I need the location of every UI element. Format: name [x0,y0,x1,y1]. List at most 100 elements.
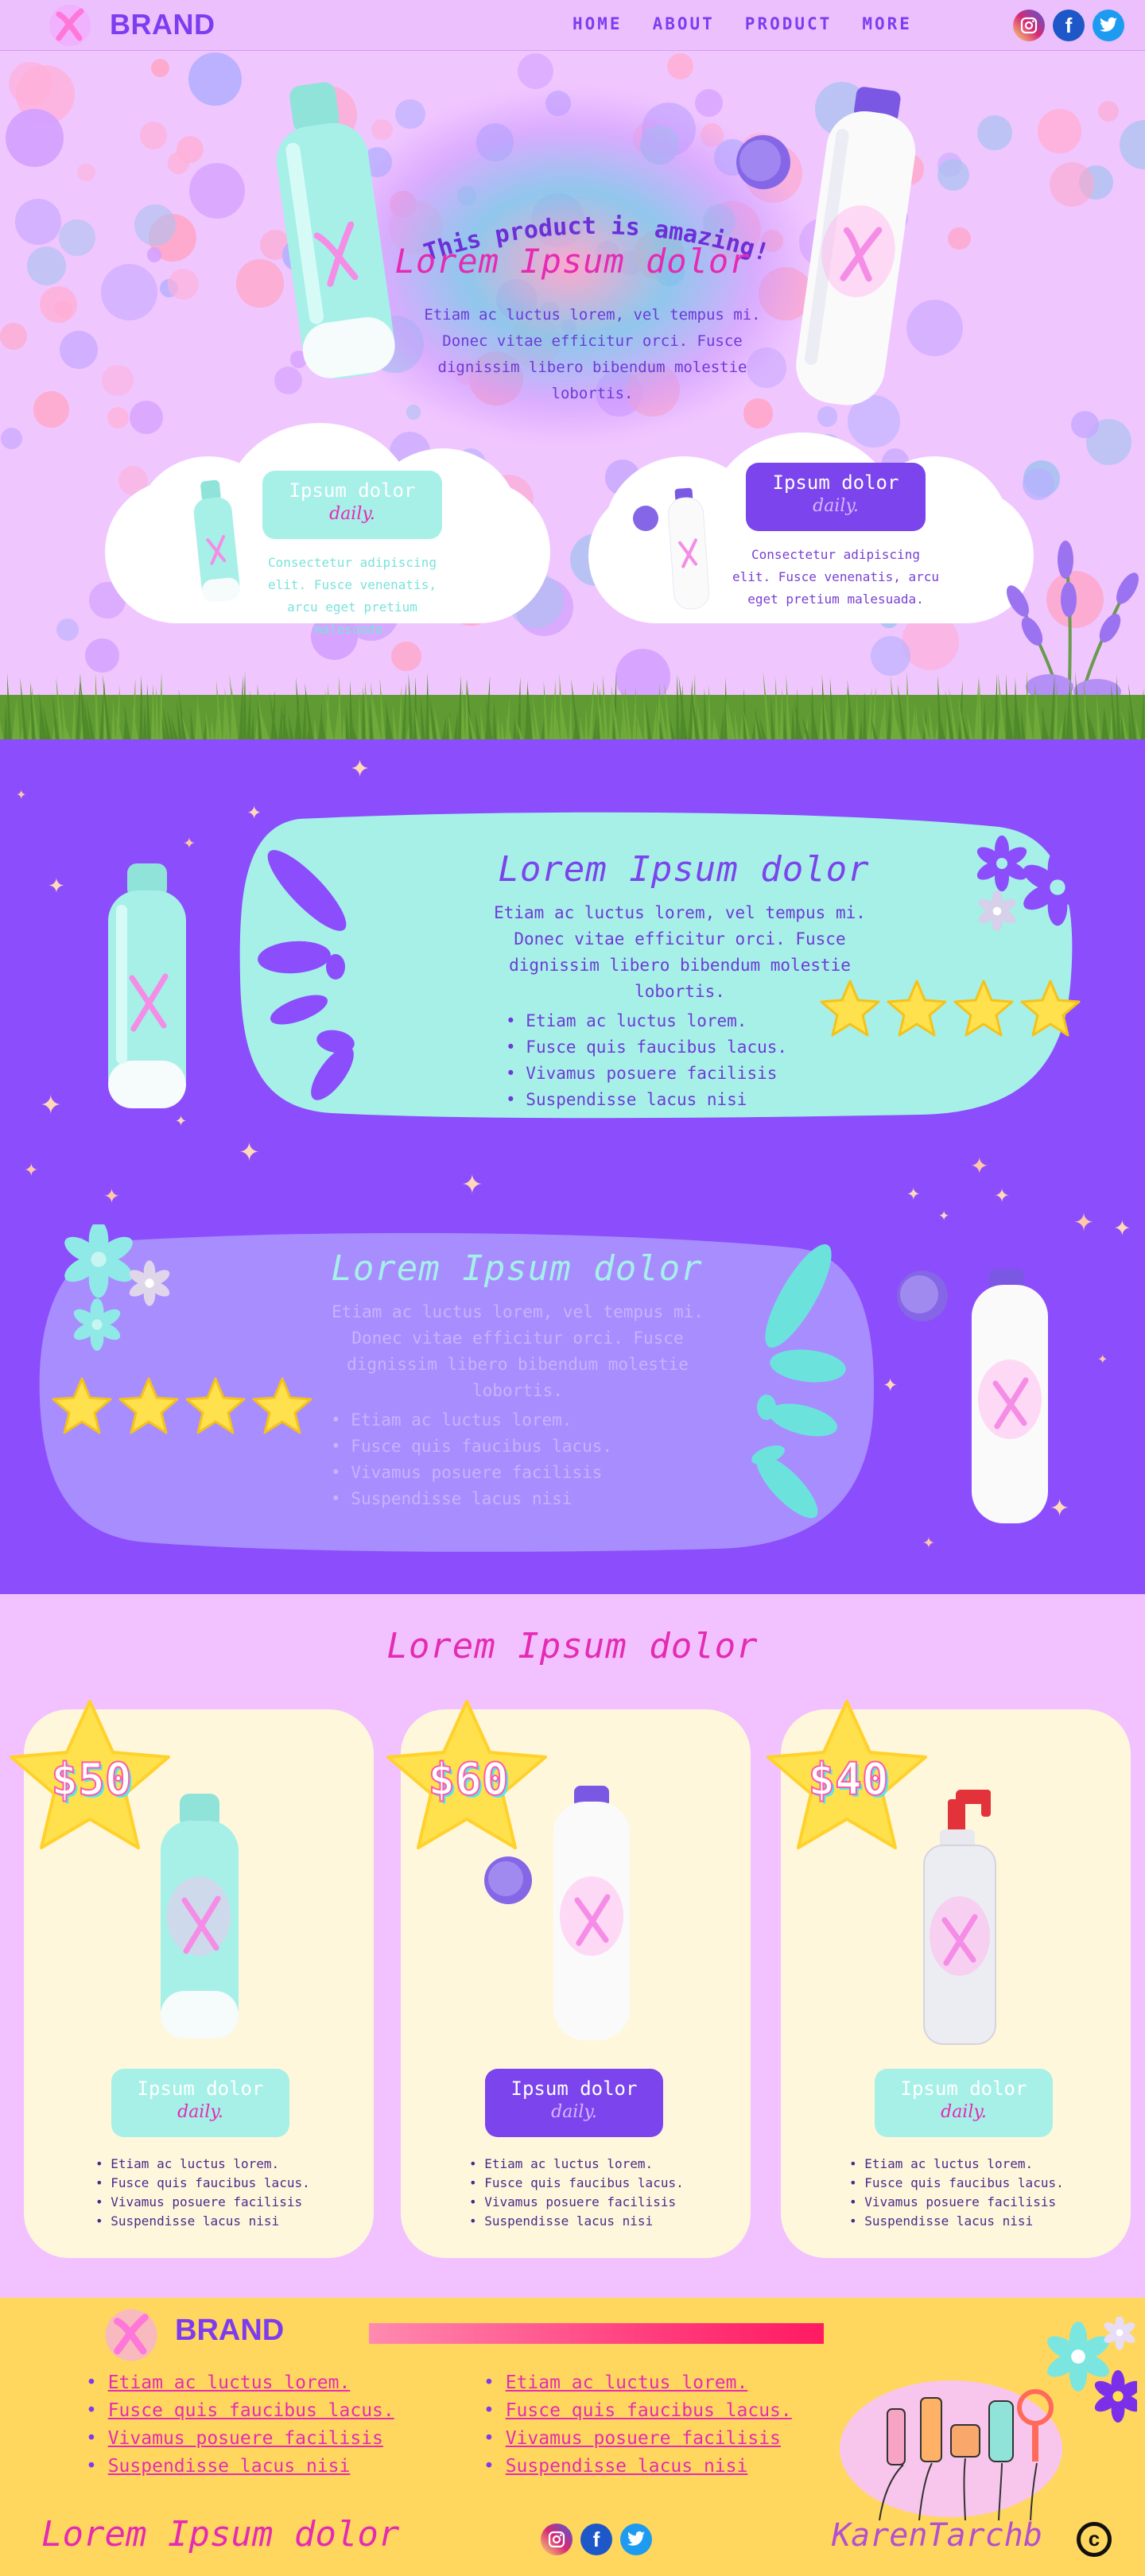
nav-home[interactable]: HOME [572,14,623,33]
bubble-decoration [168,268,200,300]
flower-decoration-icon [976,835,1092,930]
list-item: Etiam ac luctus lorem. [506,1008,787,1034]
bubble-decoration [15,199,61,246]
sparkle-icon: ✦ [461,1169,483,1200]
bubble-decoration [58,219,95,257]
cap-decoration-icon [897,1271,948,1321]
bubble-decoration [146,247,162,263]
brand-name[interactable]: BRAND [110,8,215,41]
star-icon [118,1377,179,1434]
list-item: Etiam ac luctus lorem. [849,2155,1064,2174]
sparkle-icon: ✦ [938,1208,950,1224]
list-item: Suspendisse lacus nisi [849,2212,1064,2231]
card-pill: Ipsum dolor daily. [875,2069,1053,2137]
twitter-icon[interactable] [620,2524,652,2555]
site-footer: BRAND Etiam ac luctus lorem. Fusce quis … [0,2298,1145,2576]
twitter-icon[interactable] [1093,10,1124,41]
grass-strip [0,671,1145,739]
bubble-decoration [189,163,245,219]
hero-text: Etiam ac luctus lorem, vel tempus mi. Do… [424,306,761,402]
logo-icon[interactable] [103,2307,159,2363]
footer-link[interactable]: Etiam ac luctus lorem. [86,2369,394,2397]
facebook-icon[interactable]: f [580,2524,612,2555]
bubble-decoration [1097,101,1120,122]
nav-product[interactable]: PRODUCT [745,14,833,33]
mint-bottle-small-image [193,479,240,602]
bubble-decoration [1119,120,1145,170]
sparkle-icon: ✦ [970,1153,989,1179]
nav-about[interactable]: ABOUT [653,14,715,33]
instagram-icon[interactable] [1013,10,1045,41]
sparkle-icon: ✦ [922,1534,935,1552]
list-item: Etiam ac luctus lorem. [469,2155,684,2174]
list-item: Vivamus posuere facilisis [849,2193,1064,2212]
logo-icon[interactable] [48,3,92,48]
footer-link[interactable]: Vivamus posuere facilisis [86,2425,394,2453]
bubble-decoration [188,52,243,107]
hero-section: This product is amazing! Lorem Ipsum dol… [0,51,1145,739]
sparkle-icon: ✦ [350,755,371,783]
pill-daily: daily. [813,496,859,516]
bubble-decoration [27,246,67,285]
list-item: Fusce quis faucibus lacus. [469,2174,683,2193]
bubble-decoration [176,135,204,163]
list-item: Fusce quis faucibus lacus. [95,2174,309,2193]
pill-daily: daily. [941,2102,987,2122]
list-item: Suspendisse lacus nisi [469,2212,684,2231]
bubble-decoration [1049,162,1094,208]
footer-link[interactable]: Vivamus posuere facilisis [483,2425,792,2453]
bubble-decoration [1038,109,1082,153]
pill-label: Ipsum dolor [510,2077,638,2100]
list-item: Vivamus posuere facilisis [469,2193,684,2212]
star-icon [953,980,1014,1037]
footer-social: f [541,2524,652,2555]
footer-link[interactable]: Fusce quis faucibus lacus. [483,2397,792,2425]
list-item: Etiam ac luctus lorem. [95,2155,310,2174]
price-label: $60 [427,1753,509,1806]
list-item: Vivamus posuere facilisis [506,1061,787,1087]
list-item: Fusce quis faucibus lacus. [331,1433,612,1460]
pricing-title: Lorem Ipsum dolor [386,1626,759,1666]
copyright-icon: c [1077,2522,1112,2557]
list-item: Suspendisse lacus nisi [331,1486,612,1512]
instagram-icon[interactable] [541,2524,572,2555]
bubble-decoration [667,52,694,80]
bubble-decoration [150,58,170,77]
cloud-pill-mint: Ipsum dolor daily. [262,471,442,539]
bubble-decoration [100,264,157,320]
footer-links-left: Etiam ac luctus lorem. Fusce quis faucib… [86,2369,394,2481]
rating-stars [51,1375,313,1436]
rating-stars [819,978,1081,1038]
cloud-text-right: Consectetur adipiscing elit. Fusce venen… [732,547,940,607]
feature-title: Lorem Ipsum dolor [331,1248,703,1289]
white-bottle-image [972,1269,1048,1523]
sparkle-icon: ✦ [1097,1352,1108,1367]
facebook-icon[interactable]: f [1053,10,1085,41]
footer-link[interactable]: Fusce quis faucibus lacus. [86,2397,394,2425]
feature-list: Etiam ac luctus lorem. Fusce quis faucib… [506,1008,787,1113]
star-icon [252,1377,312,1434]
footer-brand[interactable]: BRAND [175,2314,284,2348]
pill-daily: daily. [551,2102,597,2122]
bubble-decoration [102,364,134,397]
nav-more[interactable]: MORE [862,14,912,33]
footer-link[interactable]: Suspendisse lacus nisi [483,2453,792,2481]
pricing-card[interactable]: $60 Ipsum dolor daily. Etiam ac luctus l… [386,1700,751,2258]
sparkle-icon: ✦ [906,1185,921,1204]
pricing-card[interactable]: $50 Ipsum dolor daily. Etiam ac luctus l… [10,1700,374,2258]
bubble-decoration [518,52,554,90]
mint-bottle-image [108,863,186,1108]
footer-link[interactable]: Suspendisse lacus nisi [86,2453,394,2481]
pricing-card[interactable]: $40 Ipsum dolor daily. Etiam ac luctus l… [767,1700,1131,2258]
footer-link[interactable]: Etiam ac luctus lorem. [483,2369,792,2397]
pill-label: Ipsum dolor [772,471,899,494]
bubble-decoration [977,115,1013,151]
bubble-decoration [33,391,70,429]
bubble-decoration [1,428,23,450]
white-bottle-image [553,1786,630,2040]
sparkle-icon: ✦ [48,875,65,898]
pricing-section: Lorem Ipsum dolor $50 Ipsum dolor daily.… [0,1594,1145,2298]
feature-list: Etiam ac luctus lorem. Fusce quis faucib… [331,1407,612,1512]
sparkle-icon: ✦ [16,787,27,802]
list-item: Fusce quis faucibus lacus. [849,2174,1063,2193]
